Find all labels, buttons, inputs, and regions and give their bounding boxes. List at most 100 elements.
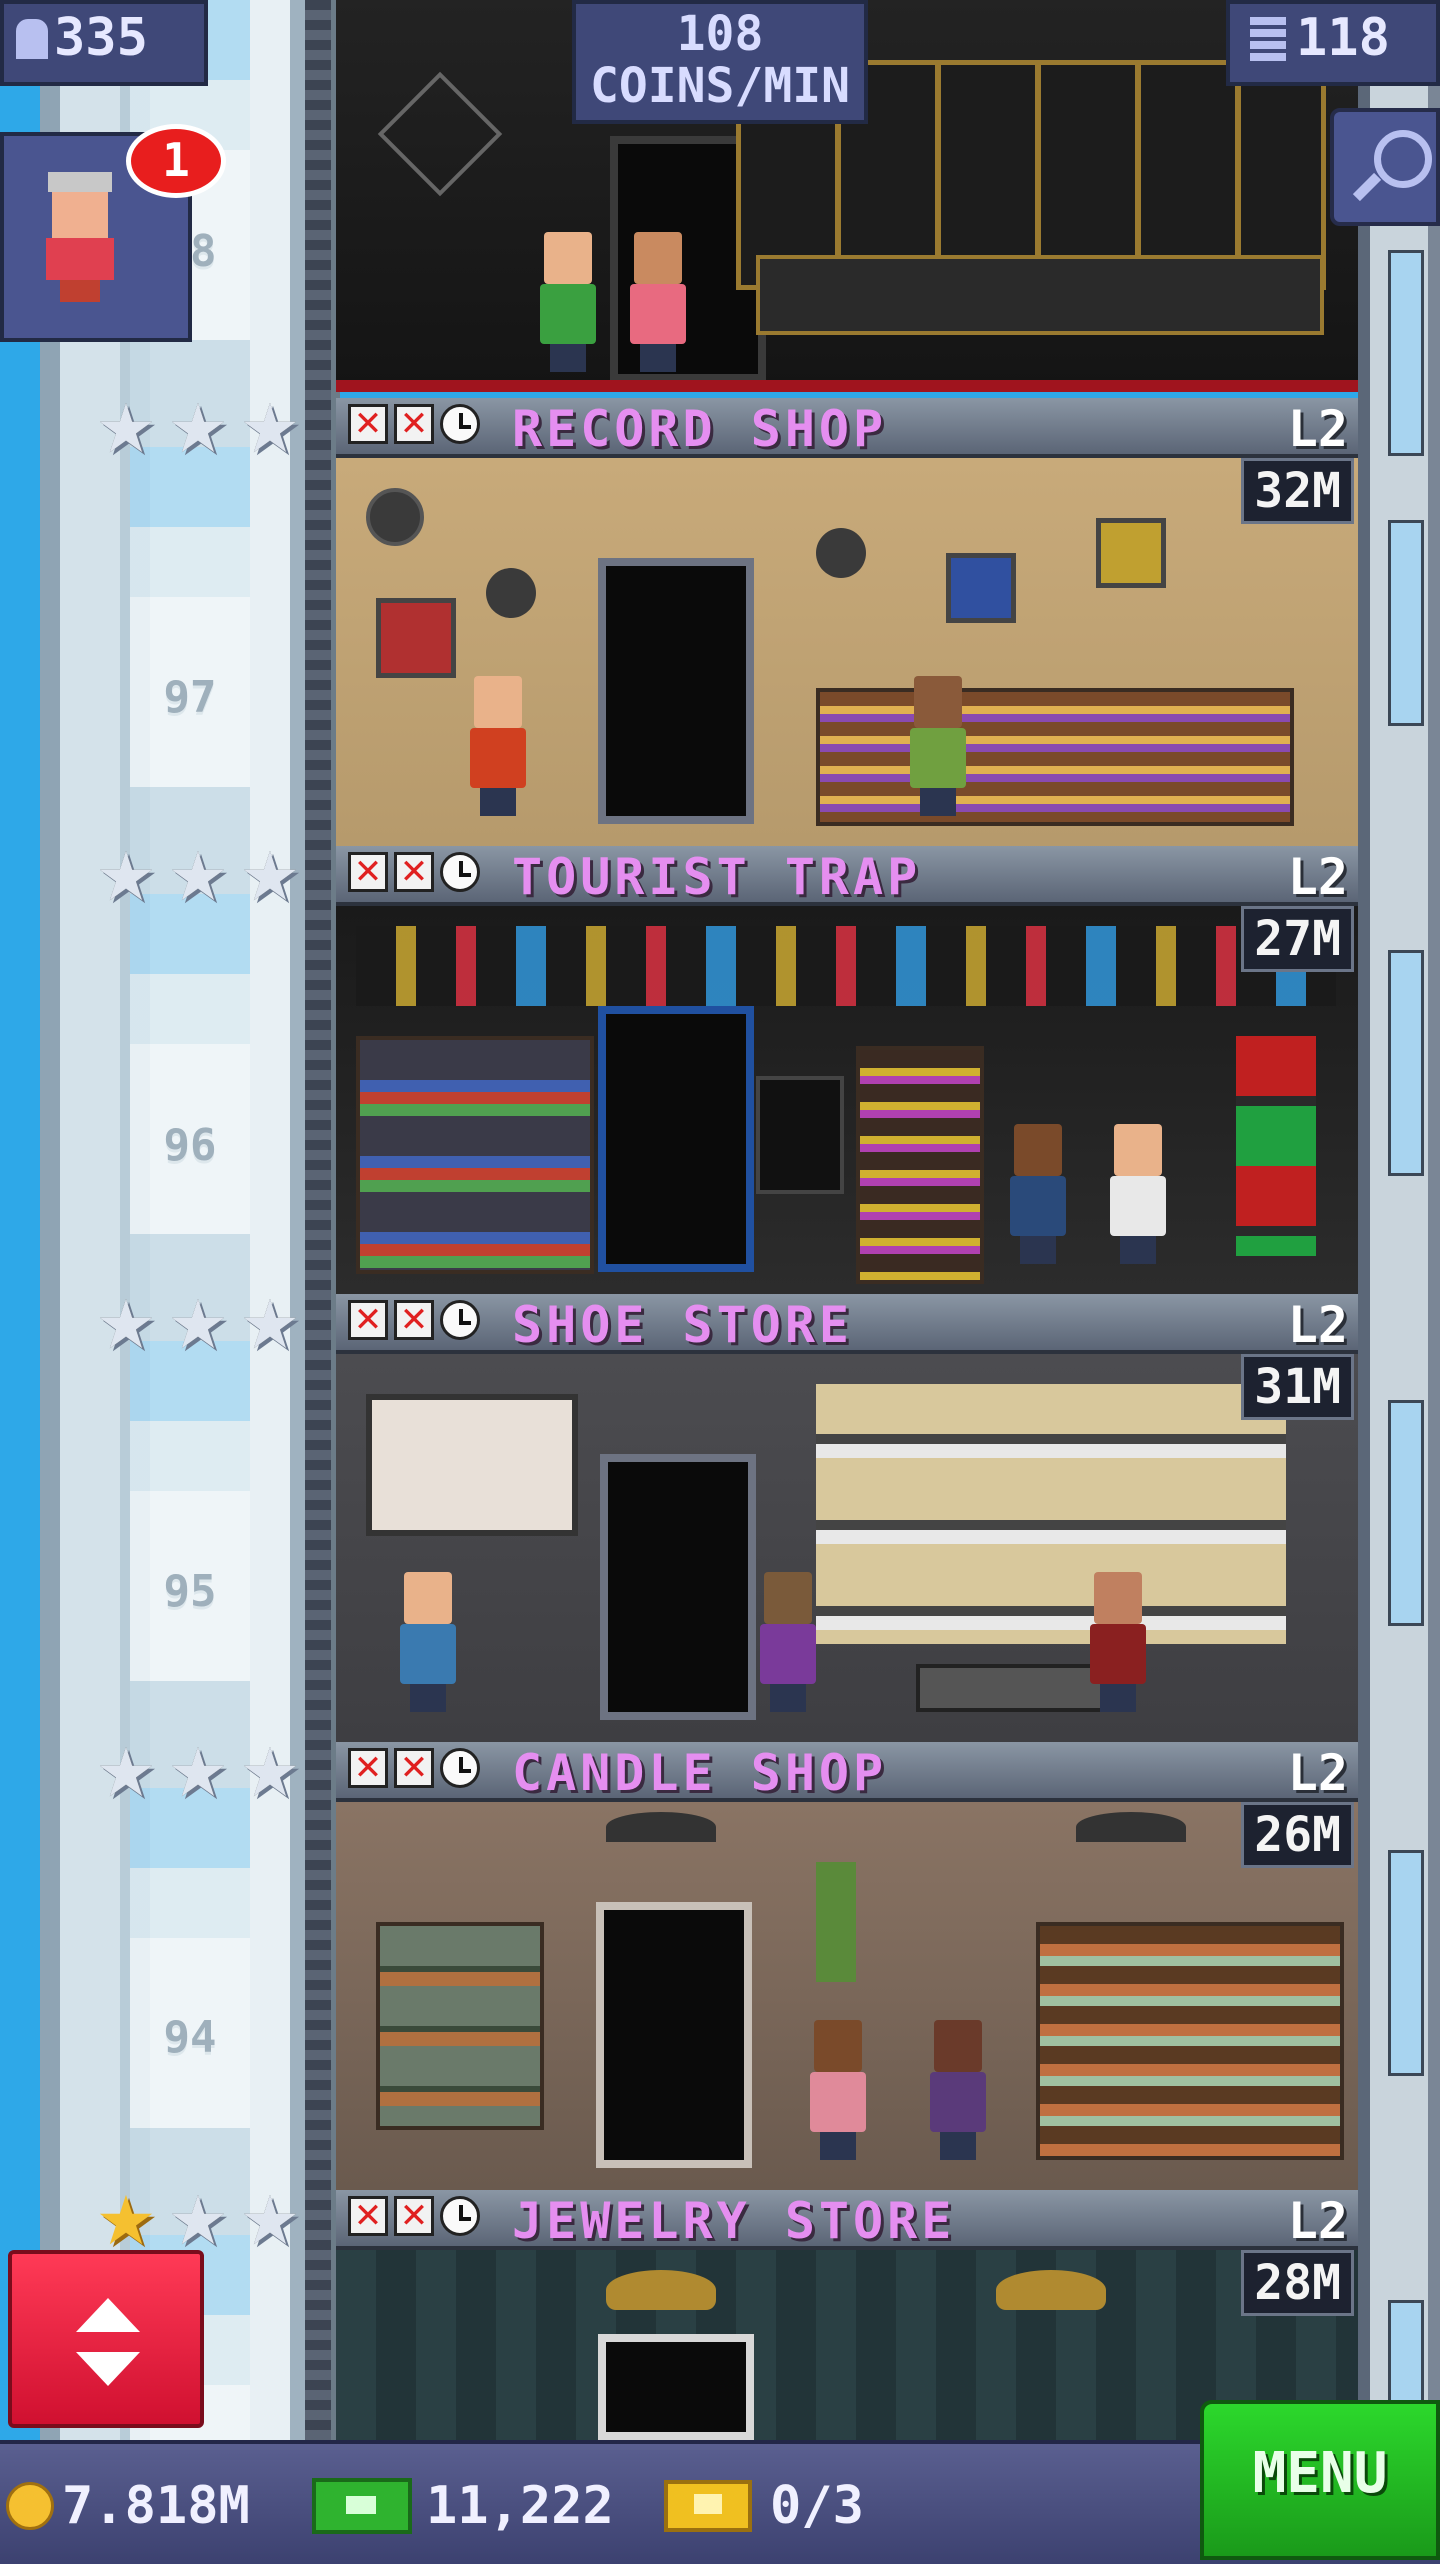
x-icon: ✕ [348, 2196, 388, 2236]
floor-name: TOURIST TRAP [512, 848, 922, 906]
arcade-machine [756, 1076, 844, 1194]
window [1388, 1850, 1424, 2076]
floor-coins-badge: 31M [1241, 1354, 1354, 1420]
floor-name: RECORD SHOP [512, 400, 888, 458]
star-icon: ★ [167, 1286, 229, 1365]
shoe-wall [816, 1384, 1286, 1644]
x-icon: ✕ [394, 1300, 434, 1340]
floor-carpet [336, 380, 1358, 392]
x-icon: ✕ [394, 1748, 434, 1788]
floor-level: L2 [1287, 1744, 1348, 1802]
window [1388, 950, 1424, 1176]
star-icon: ★ [239, 1734, 301, 1813]
star-icon: ★ [95, 1734, 157, 1813]
x-icon: ✕ [394, 2196, 434, 2236]
star-icon: ★ [95, 2182, 157, 2261]
star-icon: ★ [239, 838, 301, 917]
clock-icon [440, 2196, 480, 2236]
floor-count-value: 118 [1296, 8, 1390, 68]
star-icon: ★ [167, 390, 229, 469]
visitor-person[interactable] [396, 1572, 460, 1712]
coins-rate-unit: COINS/MIN [589, 58, 851, 114]
clock-icon [440, 1748, 480, 1788]
floor-header: ✕ ✕ TOURIST TRAP L2 [336, 846, 1358, 906]
x-icon: ✕ [394, 404, 434, 444]
magnifier-handle [1352, 172, 1382, 202]
floor-coins-badge: 28M [1241, 2250, 1354, 2316]
floor-header: ✕ ✕ RECORD SHOP L2 [336, 398, 1358, 458]
souvenir-shelf [856, 1046, 984, 1284]
floor-candle-shop[interactable]: ✕ ✕ CANDLE SHOP L2 26M [336, 1742, 1358, 2192]
floor-count-counter[interactable]: 118 [1226, 0, 1440, 86]
floor-stars: ★ ★ ★ [92, 1292, 304, 1360]
floor-name: JEWELRY STORE [512, 2192, 956, 2250]
floor-number: 96 [163, 1120, 217, 1171]
visitor-person[interactable] [756, 1572, 820, 1712]
person-icon [16, 19, 48, 59]
floor-record-shop[interactable]: ✕ ✕ RECORD SHOP L2 32M [336, 398, 1358, 848]
visitor-person[interactable] [536, 232, 600, 372]
elevator-button[interactable] [8, 2250, 204, 2428]
floor-shoe-store[interactable]: ✕ ✕ SHOE STORE L2 31M [336, 1294, 1358, 1744]
floor-coins-badge: 27M [1241, 906, 1354, 972]
ticket-icon [664, 2480, 752, 2532]
floor-header: ✕ ✕ JEWELRY STORE L2 [336, 2190, 1358, 2250]
bux-bill-icon [312, 2478, 412, 2534]
floor-tourist-trap[interactable]: ✕ ✕ TOURIST TRAP L2 27M [336, 846, 1358, 1296]
visitor-person[interactable] [466, 676, 530, 816]
floor-coins-badge: 32M [1241, 458, 1354, 524]
visitor-person[interactable] [926, 2020, 990, 2160]
elevator-lane [130, 0, 250, 2440]
poster [376, 598, 456, 678]
floor-header: ✕ ✕ SHOE STORE L2 [336, 1294, 1358, 1354]
coins-counter[interactable]: 7.818M [6, 2476, 250, 2536]
floor-stars: ★ ★ ★ [92, 2188, 304, 2256]
floor-room [336, 458, 1358, 846]
floor-stars: ★ ★ ★ [92, 1740, 304, 1808]
floor-number: 95 [163, 1566, 217, 1617]
visitor-avatar [40, 172, 120, 302]
floor-header: ✕ ✕ CANDLE SHOP L2 [336, 1742, 1358, 1802]
clock-icon [440, 1300, 480, 1340]
visitor-person[interactable] [1086, 1572, 1150, 1712]
x-icon: ✕ [394, 852, 434, 892]
tickets-value: 0/3 [770, 2476, 864, 2536]
search-button[interactable] [1330, 108, 1440, 226]
x-icon: ✕ [348, 1748, 388, 1788]
floor-level: L2 [1287, 2192, 1348, 2250]
tickets-counter[interactable]: 0/3 [664, 2476, 864, 2536]
magnifier-icon [1374, 130, 1432, 188]
bux-counter[interactable]: 11,222 [312, 2476, 614, 2536]
star-icon: ★ [167, 2182, 229, 2261]
floor-number: 97 [163, 672, 217, 723]
ceiling-lamp [606, 1812, 716, 1842]
clock-icon [440, 852, 480, 892]
star-icon: ★ [95, 1286, 157, 1365]
floor-level: L2 [1287, 1296, 1348, 1354]
souvenir-row [356, 926, 1336, 1006]
population-counter[interactable]: 335 [0, 0, 208, 86]
door [598, 558, 754, 824]
visitor-person[interactable] [1006, 1124, 1070, 1264]
star-icon: ★ [239, 1286, 301, 1365]
down-arrow-icon [76, 2352, 140, 2386]
building-icon [1250, 17, 1286, 61]
door [596, 1902, 752, 2168]
coins-value: 7.818M [62, 2476, 250, 2536]
visitor-person[interactable] [806, 2020, 870, 2160]
clock-icon [440, 404, 480, 444]
record-decor [816, 528, 866, 578]
floor-stars: ★ ★ ★ [92, 844, 304, 912]
menu-button[interactable]: MENU [1200, 2400, 1440, 2560]
notification-badge: 1 [126, 124, 226, 198]
floor-coins-badge: 26M [1241, 1802, 1354, 1868]
plant [816, 1862, 856, 1982]
door [598, 2334, 754, 2440]
visitor-person[interactable] [626, 232, 690, 372]
visitor-person[interactable] [1106, 1124, 1170, 1264]
visitor-person[interactable] [906, 676, 970, 816]
star-icon: ★ [95, 390, 157, 469]
souvenir-shelf [356, 1036, 594, 1274]
coins-rate-panel: 108 COINS/MIN [572, 0, 868, 124]
floor-level: L2 [1287, 848, 1348, 906]
